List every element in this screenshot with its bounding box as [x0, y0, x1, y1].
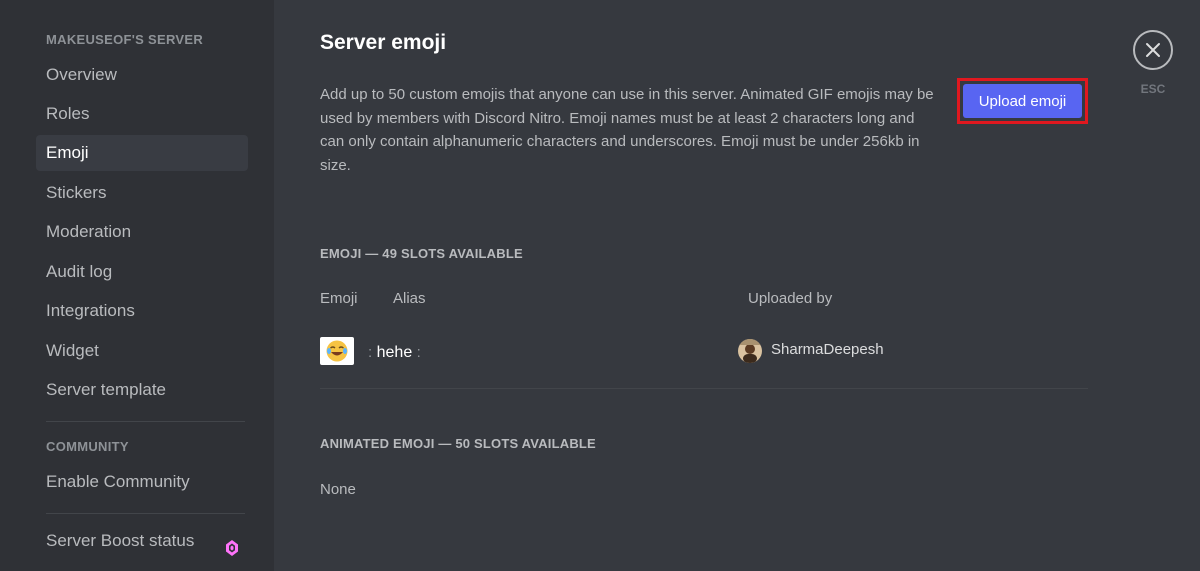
alias-colon: :	[416, 344, 421, 361]
sidebar-item-label: Server Boost status	[46, 531, 195, 550]
upload-emoji-highlight: Upload emoji	[957, 78, 1088, 124]
column-header-alias: Alias	[393, 290, 426, 307]
sidebar-item-widget[interactable]: Widget	[36, 333, 248, 369]
sidebar-item-moderation[interactable]: Moderation	[36, 214, 248, 250]
column-header-emoji: Emoji	[320, 290, 358, 307]
settings-sidebar: MAKEUSEOF'S SERVER Overview Roles Emoji …	[0, 0, 274, 571]
emoji-section-header: EMOJI — 49 SLOTS AVAILABLE	[320, 246, 523, 261]
close-button[interactable]	[1133, 30, 1173, 70]
settings-window: MAKEUSEOF'S SERVER Overview Roles Emoji …	[0, 0, 1200, 571]
esc-label: ESC	[1140, 82, 1166, 96]
sidebar-item-integrations[interactable]: Integrations	[36, 293, 248, 329]
sidebar-item-overview[interactable]: Overview	[36, 57, 248, 93]
uploader-name: SharmaDeepesh	[771, 341, 884, 358]
emoji-row[interactable]: : hehe : SharmaDeepesh	[320, 330, 1088, 389]
sidebar-item-emoji[interactable]: Emoji	[36, 135, 248, 171]
server-name-header: MAKEUSEOF'S SERVER	[46, 32, 204, 47]
sidebar-item-stickers[interactable]: Stickers	[36, 175, 248, 211]
emoji-settings-panel: Server emoji Add up to 50 custom emojis …	[274, 0, 1200, 571]
boost-gem-icon	[226, 533, 238, 556]
emoji-description: Add up to 50 custom emojis that anyone c…	[320, 86, 934, 174]
alias-text: hehe	[376, 344, 413, 361]
sidebar-item-enable-community[interactable]: Enable Community	[36, 464, 248, 500]
laughing-tears-emoji-icon	[320, 337, 354, 365]
sidebar-item-server-template[interactable]: Server template	[36, 372, 248, 408]
sidebar-item-roles[interactable]: Roles	[36, 96, 248, 132]
alias-colon: :	[368, 344, 373, 361]
page-title: Server emoji	[320, 31, 447, 54]
sidebar-item-audit-log[interactable]: Audit log	[36, 254, 248, 290]
animated-emoji-empty-text: None	[320, 481, 356, 498]
sidebar-divider	[46, 513, 245, 514]
column-header-uploaded-by: Uploaded by	[748, 290, 833, 307]
close-icon	[1146, 43, 1160, 57]
community-header: COMMUNITY	[46, 439, 129, 454]
animated-emoji-section-header: ANIMATED EMOJI — 50 SLOTS AVAILABLE	[320, 436, 596, 451]
avatar	[738, 339, 762, 363]
sidebar-item-server-boost-status[interactable]: Server Boost status	[36, 523, 248, 559]
emoji-alias[interactable]: : hehe :	[368, 344, 421, 362]
sidebar-divider	[46, 421, 245, 422]
upload-emoji-button[interactable]: Upload emoji	[963, 84, 1082, 118]
